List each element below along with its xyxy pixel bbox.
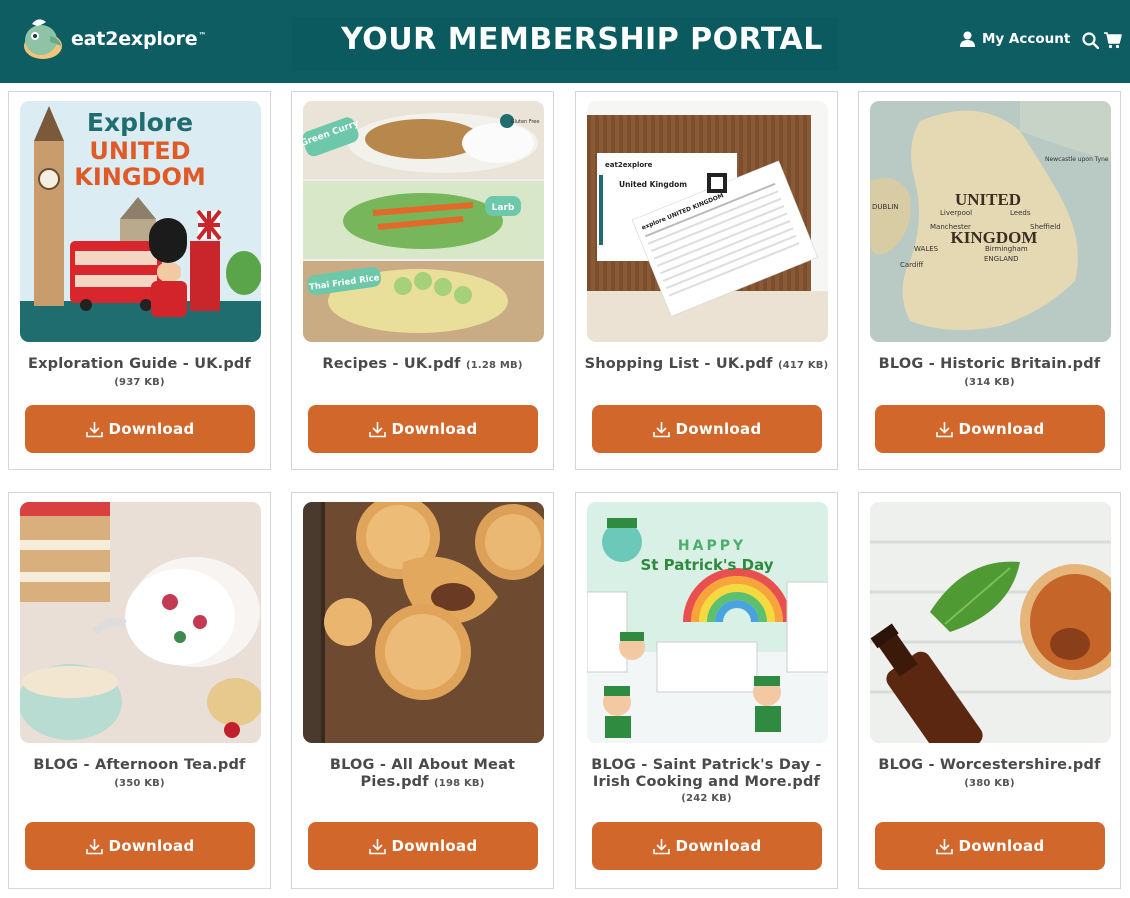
file-name: Recipes - UK.pdf (1.28 MB) bbox=[322, 356, 523, 372]
download-button[interactable]: Download bbox=[308, 405, 538, 453]
meat-pies-image bbox=[303, 502, 544, 743]
file-size: (937 KB) bbox=[114, 377, 165, 388]
my-account-label: My Account bbox=[982, 31, 1071, 47]
download-icon bbox=[85, 421, 103, 437]
download-label: Download bbox=[675, 837, 762, 855]
card-image: UNITED KINGDOM Newcastle upon Tyne Leeds… bbox=[870, 101, 1111, 342]
card-image bbox=[870, 502, 1111, 743]
list-brand: eat2explore bbox=[605, 161, 653, 169]
search-icon[interactable] bbox=[1082, 32, 1099, 49]
image-happy: HAPPY bbox=[678, 538, 746, 554]
download-card: HAPPY St Patrick's Day BLOG - Saint Patr… bbox=[575, 492, 838, 889]
card-image: Green Curry Larb Thai Fried Rice Gluten … bbox=[303, 101, 544, 342]
download-button[interactable]: Download bbox=[592, 405, 822, 453]
map-city: Newcastle upon Tyne bbox=[1045, 156, 1109, 163]
logo-text: eat2explore™ bbox=[71, 28, 207, 50]
site-logo[interactable]: eat2explore™ bbox=[20, 16, 206, 62]
image-st-patricks: St Patrick's Day bbox=[640, 556, 773, 574]
file-name: BLOG - Worcestershire.pdf (380 KB) bbox=[878, 757, 1101, 789]
worcestershire-image bbox=[870, 502, 1111, 743]
shopping-list-image: eat2explore United Kingdom explore UNITE… bbox=[587, 101, 828, 342]
file-name: BLOG - All About Meat Pies.pdf (198 KB) bbox=[329, 757, 516, 790]
explore-uk-cover-image: Explore UNITED KINGDOM bbox=[20, 101, 261, 342]
download-button[interactable]: Download bbox=[875, 822, 1105, 870]
cover-line2: UNITED bbox=[89, 137, 190, 165]
download-label: Download bbox=[391, 420, 478, 438]
britain-map-image: UNITED KINGDOM Newcastle upon Tyne Leeds… bbox=[870, 101, 1111, 342]
afternoon-tea-image bbox=[20, 502, 261, 743]
map-label-united: UNITED bbox=[955, 190, 1021, 209]
download-label: Download bbox=[108, 837, 195, 855]
file-size: (380 KB) bbox=[964, 778, 1015, 789]
cart-icon[interactable] bbox=[1104, 31, 1122, 49]
download-icon bbox=[368, 421, 386, 437]
file-size: (417 KB) bbox=[777, 360, 829, 371]
map-city: DUBLIN bbox=[872, 203, 899, 211]
download-icon bbox=[935, 838, 953, 854]
download-button[interactable]: Download bbox=[875, 405, 1105, 453]
page-title: YOUR MEMBERSHIP PORTAL bbox=[341, 22, 823, 57]
download-label: Download bbox=[958, 420, 1045, 438]
download-button[interactable]: Download bbox=[25, 822, 255, 870]
download-card: eat2explore United Kingdom explore UNITE… bbox=[575, 91, 838, 470]
badge-gluten-free: Gluten Free bbox=[511, 119, 540, 125]
map-city: Sheffield bbox=[1030, 223, 1061, 231]
file-name: Shopping List - UK.pdf (417 KB) bbox=[584, 356, 829, 372]
download-button[interactable]: Download bbox=[592, 822, 822, 870]
user-icon bbox=[960, 31, 975, 47]
file-name: BLOG - Saint Patrick's Day - Irish Cooki… bbox=[584, 757, 829, 806]
file-size: (1.28 MB) bbox=[465, 360, 523, 371]
my-account-link[interactable]: My Account bbox=[960, 31, 1070, 47]
file-size: (242 KB) bbox=[681, 793, 732, 804]
download-card: UNITED KINGDOM Newcastle upon Tyne Leeds… bbox=[858, 91, 1121, 470]
file-name: BLOG - Historic Britain.pdf (314 KB) bbox=[878, 356, 1101, 388]
download-card: Explore UNITED KINGDOM Exploration Guide… bbox=[8, 91, 271, 470]
download-icon bbox=[652, 421, 670, 437]
file-size: (350 KB) bbox=[114, 778, 165, 789]
download-label: Download bbox=[958, 837, 1045, 855]
map-city: WALES bbox=[914, 245, 939, 253]
download-icon bbox=[85, 838, 103, 854]
download-button[interactable]: Download bbox=[25, 405, 255, 453]
download-label: Download bbox=[391, 837, 478, 855]
download-icon bbox=[652, 838, 670, 854]
map-city: Manchester bbox=[930, 223, 971, 231]
map-city: Cardiff bbox=[900, 261, 923, 269]
file-size: (198 KB) bbox=[434, 778, 485, 789]
map-city: Leeds bbox=[1010, 209, 1031, 217]
download-card: BLOG - All About Meat Pies.pdf (198 KB) … bbox=[291, 492, 554, 889]
site-header: eat2explore™ YOUR MEMBERSHIP PORTAL My A… bbox=[0, 0, 1130, 83]
file-name: Exploration Guide - UK.pdf (937 KB) bbox=[27, 356, 252, 388]
logo-icon bbox=[24, 19, 62, 59]
file-name: BLOG - Afternoon Tea.pdf (350 KB) bbox=[33, 757, 246, 789]
file-size: (314 KB) bbox=[964, 377, 1015, 388]
cover-line1: Explore bbox=[87, 108, 193, 137]
card-image: HAPPY St Patrick's Day bbox=[587, 502, 828, 743]
st-patricks-day-image: HAPPY St Patrick's Day bbox=[587, 502, 828, 743]
download-label: Download bbox=[108, 420, 195, 438]
card-image bbox=[20, 502, 261, 743]
map-city: Liverpool bbox=[940, 209, 972, 217]
download-icon bbox=[935, 421, 953, 437]
download-card: Green Curry Larb Thai Fried Rice Gluten … bbox=[291, 91, 554, 470]
download-icon bbox=[368, 838, 386, 854]
download-card: BLOG - Worcestershire.pdf (380 KB) Downl… bbox=[858, 492, 1121, 889]
download-label: Download bbox=[675, 420, 762, 438]
download-button[interactable]: Download bbox=[308, 822, 538, 870]
card-image: eat2explore United Kingdom explore UNITE… bbox=[587, 101, 828, 342]
card-image: Explore UNITED KINGDOM bbox=[20, 101, 261, 342]
cover-line3: KINGDOM bbox=[74, 163, 206, 191]
map-city: ENGLAND bbox=[984, 255, 1019, 263]
download-card: BLOG - Afternoon Tea.pdf (350 KB) Downlo… bbox=[8, 492, 271, 889]
card-image bbox=[303, 502, 544, 743]
map-city: Birmingham bbox=[985, 245, 1028, 253]
list-card-title: United Kingdom bbox=[619, 180, 687, 189]
tag-larb: Larb bbox=[492, 203, 515, 213]
recipes-collage-image: Green Curry Larb Thai Fried Rice Gluten … bbox=[303, 101, 544, 342]
